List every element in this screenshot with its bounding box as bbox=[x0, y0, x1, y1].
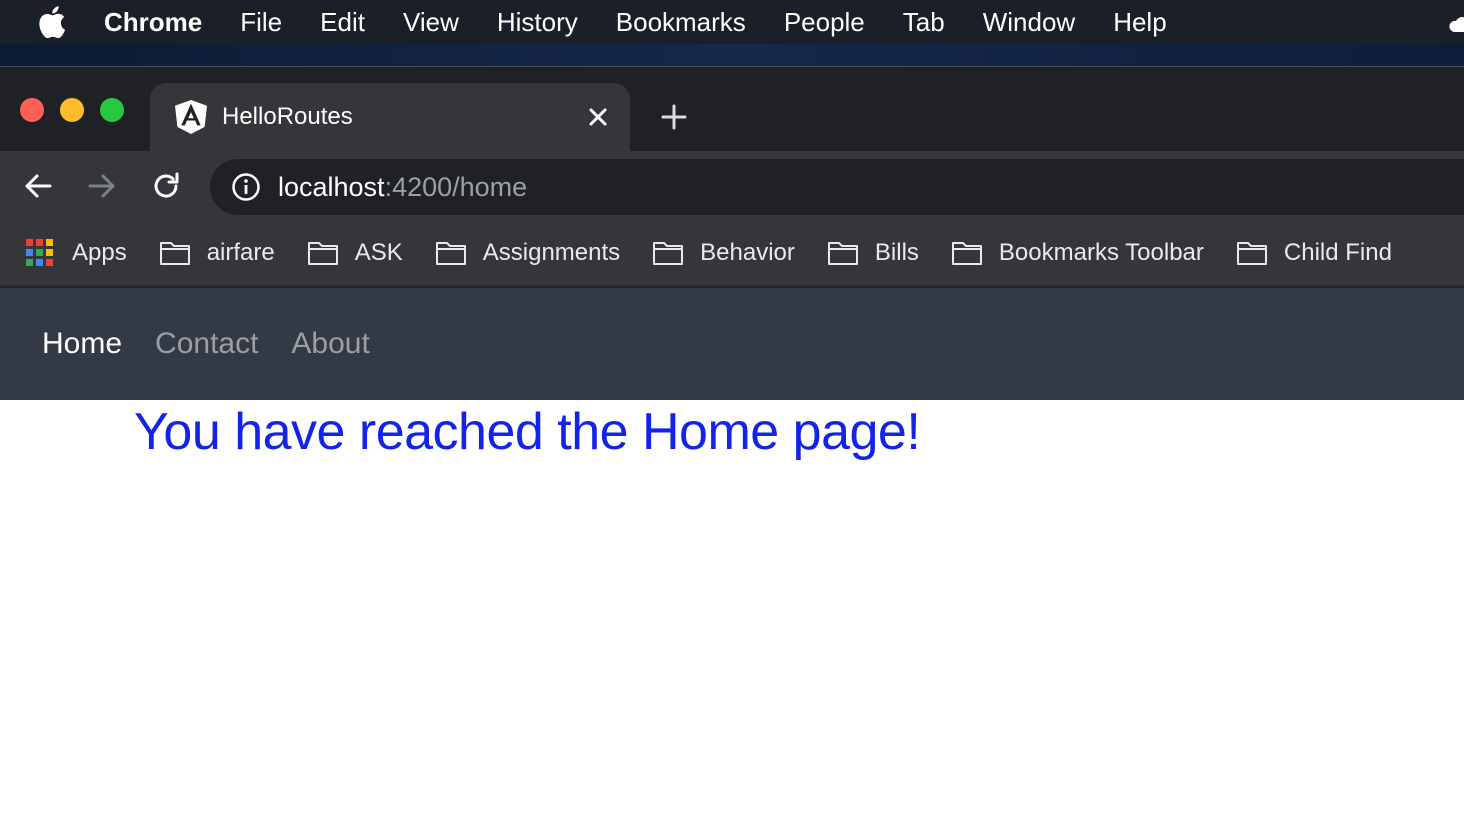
bookmark-folder-airfare[interactable]: airfare bbox=[159, 239, 275, 267]
bookmark-label: ASK bbox=[354, 239, 403, 266]
address-bar[interactable]: localhost:4200/home bbox=[210, 159, 1464, 215]
folder-icon bbox=[827, 240, 859, 266]
folder-icon bbox=[652, 240, 684, 266]
menu-people[interactable]: People bbox=[784, 7, 865, 38]
menu-window[interactable]: Window bbox=[983, 7, 1075, 38]
desktop-background bbox=[0, 44, 1464, 68]
bookmark-folder-bills[interactable]: Bills bbox=[827, 239, 919, 267]
folder-icon bbox=[1236, 240, 1268, 266]
folder-icon bbox=[307, 240, 339, 266]
page-navbar: Home Contact About bbox=[0, 288, 1464, 400]
url-path: :4200/home bbox=[384, 171, 528, 202]
angular-logo-icon bbox=[174, 100, 208, 134]
macos-menu-bar: Chrome File Edit View History Bookmarks … bbox=[0, 0, 1464, 44]
bookmark-label: Child Find bbox=[1283, 239, 1392, 266]
tab-strip: HelloRoutes bbox=[0, 67, 1464, 151]
apps-grid-icon bbox=[24, 239, 56, 266]
tab-helloroutes[interactable]: HelloRoutes bbox=[150, 83, 630, 151]
bookmark-label: Apps bbox=[72, 239, 127, 266]
menu-view[interactable]: View bbox=[403, 7, 459, 38]
bookmark-label: Bills bbox=[874, 239, 919, 266]
folder-icon bbox=[159, 240, 191, 266]
address-url: localhost:4200/home bbox=[278, 172, 527, 203]
bookmark-folder-behavior[interactable]: Behavior bbox=[652, 239, 795, 267]
bookmark-label: Behavior bbox=[700, 239, 795, 266]
menu-edit[interactable]: Edit bbox=[320, 7, 365, 38]
bookmark-folder-child-find[interactable]: Child Find bbox=[1236, 239, 1392, 267]
bookmark-folder-assignments[interactable]: Assignments bbox=[435, 239, 620, 267]
bookmark-apps[interactable]: Apps bbox=[24, 239, 127, 267]
folder-icon bbox=[435, 240, 467, 266]
new-tab-icon[interactable] bbox=[654, 97, 694, 137]
menu-help[interactable]: Help bbox=[1113, 7, 1166, 38]
page-heading: You have reached the Home page! bbox=[134, 403, 921, 461]
zoom-window-button[interactable] bbox=[100, 98, 124, 122]
nav-link-home[interactable]: Home bbox=[42, 327, 122, 361]
apple-logo-icon[interactable] bbox=[34, 4, 70, 40]
nav-link-about[interactable]: About bbox=[291, 327, 369, 361]
close-tab-icon[interactable] bbox=[578, 97, 618, 137]
nav-link-contact[interactable]: Contact bbox=[155, 327, 258, 361]
folder-icon bbox=[951, 240, 983, 266]
bookmark-folder-bookmarks-toolbar[interactable]: Bookmarks Toolbar bbox=[951, 239, 1204, 267]
reload-icon[interactable] bbox=[148, 168, 184, 204]
minimize-window-button[interactable] bbox=[60, 98, 84, 122]
url-host: localhost bbox=[278, 171, 385, 202]
menu-history[interactable]: History bbox=[497, 7, 578, 38]
close-window-button[interactable] bbox=[20, 98, 44, 122]
cloud-status-icon[interactable] bbox=[1448, 10, 1464, 32]
bookmarks-bar: Apps airfare ASK Assignments Behavior Bi… bbox=[0, 221, 1464, 287]
menu-chrome[interactable]: Chrome bbox=[104, 7, 202, 38]
bookmark-folder-ask[interactable]: ASK bbox=[307, 239, 403, 267]
menu-bookmarks[interactable]: Bookmarks bbox=[616, 7, 746, 38]
bookmark-label: Assignments bbox=[482, 239, 621, 266]
tab-title: HelloRoutes bbox=[222, 103, 353, 130]
menu-file[interactable]: File bbox=[240, 7, 282, 38]
browser-toolbar: localhost:4200/home bbox=[0, 151, 1464, 221]
bookmark-label: airfare bbox=[206, 239, 275, 266]
site-info-icon[interactable] bbox=[230, 171, 262, 203]
menu-tab[interactable]: Tab bbox=[903, 7, 945, 38]
bookmark-label: Bookmarks Toolbar bbox=[998, 239, 1204, 266]
back-arrow-icon[interactable] bbox=[20, 168, 56, 204]
forward-arrow-icon[interactable] bbox=[84, 168, 120, 204]
